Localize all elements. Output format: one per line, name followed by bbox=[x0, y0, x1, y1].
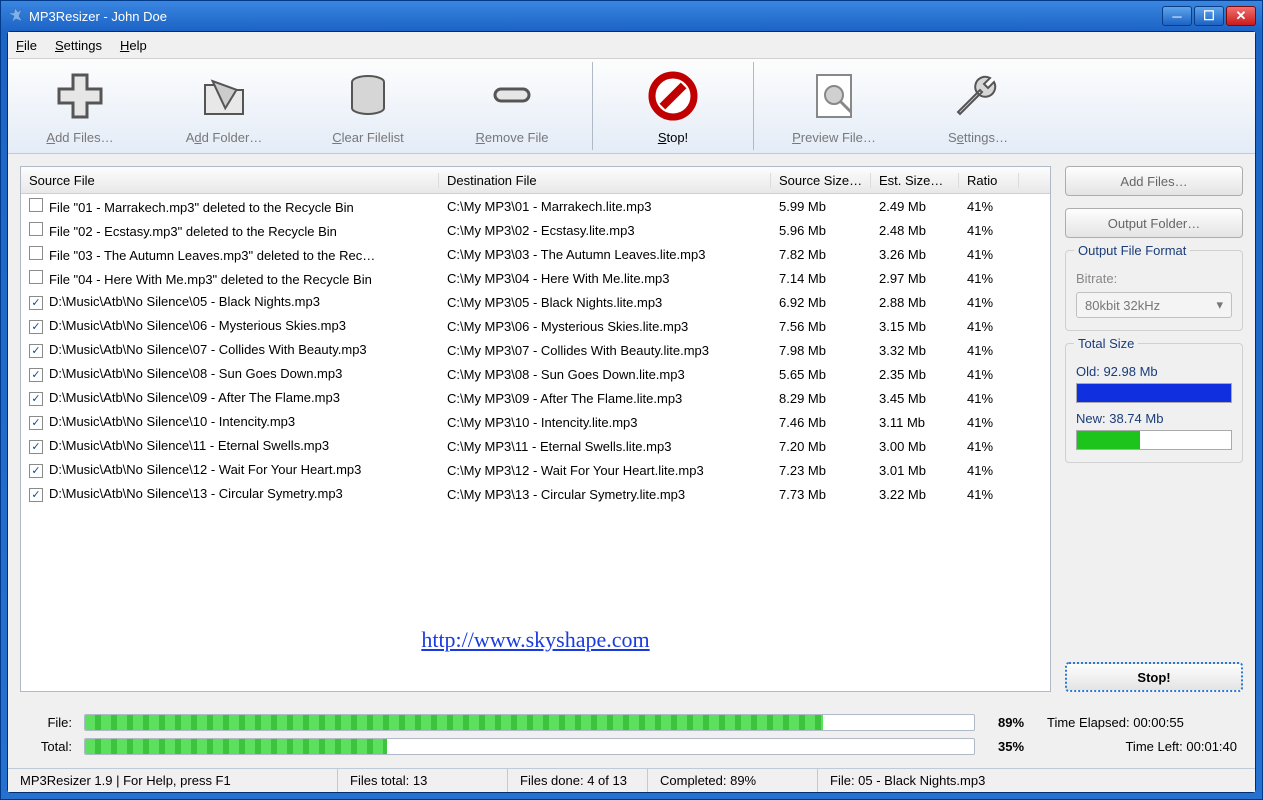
statusbar: MP3Resizer 1.9 | For Help, press F1 File… bbox=[8, 768, 1255, 792]
status-current-file: File: 05 - Black Nights.mp3 bbox=[818, 769, 1255, 792]
total-progress-bar bbox=[84, 738, 975, 755]
checkbox-icon[interactable] bbox=[29, 246, 43, 260]
app-icon bbox=[7, 7, 23, 26]
table-row[interactable]: ✓D:\Music\Atb\No Silence\08 - Sun Goes D… bbox=[21, 362, 1050, 386]
side-add-files-button[interactable]: Add Files… bbox=[1065, 166, 1243, 196]
status-completed: Completed: 89% bbox=[648, 769, 818, 792]
table-row[interactable]: ✓D:\Music\Atb\No Silence\13 - Circular S… bbox=[21, 482, 1050, 506]
table-row[interactable]: File "02 - Ecstasy.mp3" deleted to the R… bbox=[21, 218, 1050, 242]
chevron-down-icon: ▾ bbox=[1216, 297, 1223, 313]
checkbox-icon[interactable]: ✓ bbox=[29, 440, 43, 454]
col-source[interactable]: Source File bbox=[21, 173, 439, 188]
stop-icon bbox=[645, 68, 701, 124]
preview-icon bbox=[806, 68, 862, 124]
file-progress-bar bbox=[84, 714, 975, 731]
menu-file[interactable]: File bbox=[16, 38, 37, 53]
menubar: File Settings Help bbox=[8, 32, 1255, 58]
table-row[interactable]: ✓D:\Music\Atb\No Silence\11 - Eternal Sw… bbox=[21, 434, 1050, 458]
total-progress-label: Total: bbox=[26, 739, 72, 754]
window-title: MP3Resizer - John Doe bbox=[29, 9, 1162, 24]
tb-clear-filelist-button[interactable]: Clear Filelist bbox=[296, 62, 440, 151]
file-progress-pct: 89% bbox=[987, 715, 1035, 730]
col-dest[interactable]: Destination File bbox=[439, 173, 771, 188]
checkbox-icon[interactable] bbox=[29, 270, 43, 284]
table-row[interactable]: ✓D:\Music\Atb\No Silence\12 - Wait For Y… bbox=[21, 458, 1050, 482]
plus-icon bbox=[52, 68, 108, 124]
wrench-icon bbox=[950, 68, 1006, 124]
minus-icon bbox=[484, 68, 540, 124]
table-row[interactable]: ✓D:\Music\Atb\No Silence\06 - Mysterious… bbox=[21, 314, 1050, 338]
menu-help[interactable]: Help bbox=[120, 38, 147, 53]
table-row[interactable]: ✓D:\Music\Atb\No Silence\09 - After The … bbox=[21, 386, 1050, 410]
folder-icon bbox=[196, 68, 252, 124]
total-size-group: Total Size Old: 92.98 Mb New: 38.74 Mb bbox=[1065, 343, 1243, 463]
app-window: MP3Resizer - John Doe ─ ☐ ✕ File Setting… bbox=[0, 0, 1263, 800]
tb-remove-file-button[interactable]: Remove File bbox=[440, 62, 584, 151]
old-size-bar bbox=[1076, 383, 1232, 403]
checkbox-icon[interactable]: ✓ bbox=[29, 296, 43, 310]
side-output-folder-button[interactable]: Output Folder… bbox=[1065, 208, 1243, 238]
checkbox-icon[interactable]: ✓ bbox=[29, 368, 43, 382]
checkbox-icon[interactable]: ✓ bbox=[29, 488, 43, 502]
table-row[interactable]: File "01 - Marrakech.mp3" deleted to the… bbox=[21, 194, 1050, 218]
table-row[interactable]: File "04 - Here With Me.mp3" deleted to … bbox=[21, 266, 1050, 290]
status-files-done: Files done: 4 of 13 bbox=[508, 769, 648, 792]
file-progress-label: File: bbox=[26, 715, 72, 730]
col-src-size[interactable]: Source Size… bbox=[771, 173, 871, 188]
maximize-button[interactable]: ☐ bbox=[1194, 6, 1224, 26]
minimize-button[interactable]: ─ bbox=[1162, 6, 1192, 26]
progress-area: File: 89% Time Elapsed: 00:00:55 Total: … bbox=[8, 704, 1255, 768]
status-files-total: Files total: 13 bbox=[338, 769, 508, 792]
table-header: Source File Destination File Source Size… bbox=[21, 167, 1050, 194]
output-format-legend: Output File Format bbox=[1074, 243, 1190, 258]
menu-settings[interactable]: Settings bbox=[55, 38, 102, 53]
table-row[interactable]: File "03 - The Autumn Leaves.mp3" delete… bbox=[21, 242, 1050, 266]
bitrate-label: Bitrate: bbox=[1076, 271, 1232, 286]
checkbox-icon[interactable]: ✓ bbox=[29, 416, 43, 430]
website-link[interactable]: http://www.skyshape.com bbox=[421, 627, 649, 652]
checkbox-icon[interactable]: ✓ bbox=[29, 464, 43, 478]
time-elapsed: Time Elapsed: 00:00:55 bbox=[1047, 715, 1237, 730]
checkbox-icon[interactable]: ✓ bbox=[29, 344, 43, 358]
total-size-legend: Total Size bbox=[1074, 336, 1138, 351]
col-ratio[interactable]: Ratio bbox=[959, 173, 1019, 188]
checkbox-icon[interactable] bbox=[29, 198, 43, 212]
table-row[interactable]: ✓D:\Music\Atb\No Silence\10 - Intencity.… bbox=[21, 410, 1050, 434]
status-help: MP3Resizer 1.9 | For Help, press F1 bbox=[8, 769, 338, 792]
tb-add-folder-button[interactable]: Add Folder… bbox=[152, 62, 296, 151]
time-left: Time Left: 00:01:40 bbox=[1047, 739, 1237, 754]
total-progress-pct: 35% bbox=[987, 739, 1035, 754]
checkbox-icon[interactable]: ✓ bbox=[29, 320, 43, 334]
bitrate-value: 80kbit 32kHz bbox=[1085, 298, 1160, 313]
database-icon bbox=[340, 68, 396, 124]
toolbar: Add Files… Add Folder… Clear Filelist Re… bbox=[8, 58, 1255, 154]
tb-settings-button[interactable]: Settings… bbox=[906, 62, 1050, 151]
close-button[interactable]: ✕ bbox=[1226, 6, 1256, 26]
new-size-bar bbox=[1076, 430, 1232, 450]
output-format-group: Output File Format Bitrate: 80kbit 32kHz… bbox=[1065, 250, 1243, 331]
tb-stop-button[interactable]: Stop! bbox=[601, 62, 745, 151]
table-row[interactable]: ✓D:\Music\Atb\No Silence\05 - Black Nigh… bbox=[21, 290, 1050, 314]
old-size-label: Old: 92.98 Mb bbox=[1076, 364, 1232, 379]
col-est-size[interactable]: Est. Size… bbox=[871, 173, 959, 188]
side-stop-button[interactable]: Stop! bbox=[1065, 662, 1243, 692]
file-list[interactable]: Source File Destination File Source Size… bbox=[20, 166, 1051, 692]
new-size-label: New: 38.74 Mb bbox=[1076, 411, 1232, 426]
titlebar[interactable]: MP3Resizer - John Doe ─ ☐ ✕ bbox=[1, 1, 1262, 31]
checkbox-icon[interactable]: ✓ bbox=[29, 392, 43, 406]
side-panel: Add Files… Output Folder… Output File Fo… bbox=[1065, 166, 1243, 692]
tb-preview-button[interactable]: Preview File… bbox=[762, 62, 906, 151]
table-row[interactable]: ✓D:\Music\Atb\No Silence\07 - Collides W… bbox=[21, 338, 1050, 362]
checkbox-icon[interactable] bbox=[29, 222, 43, 236]
tb-add-files-button[interactable]: Add Files… bbox=[8, 62, 152, 151]
bitrate-select[interactable]: 80kbit 32kHz ▾ bbox=[1076, 292, 1232, 318]
